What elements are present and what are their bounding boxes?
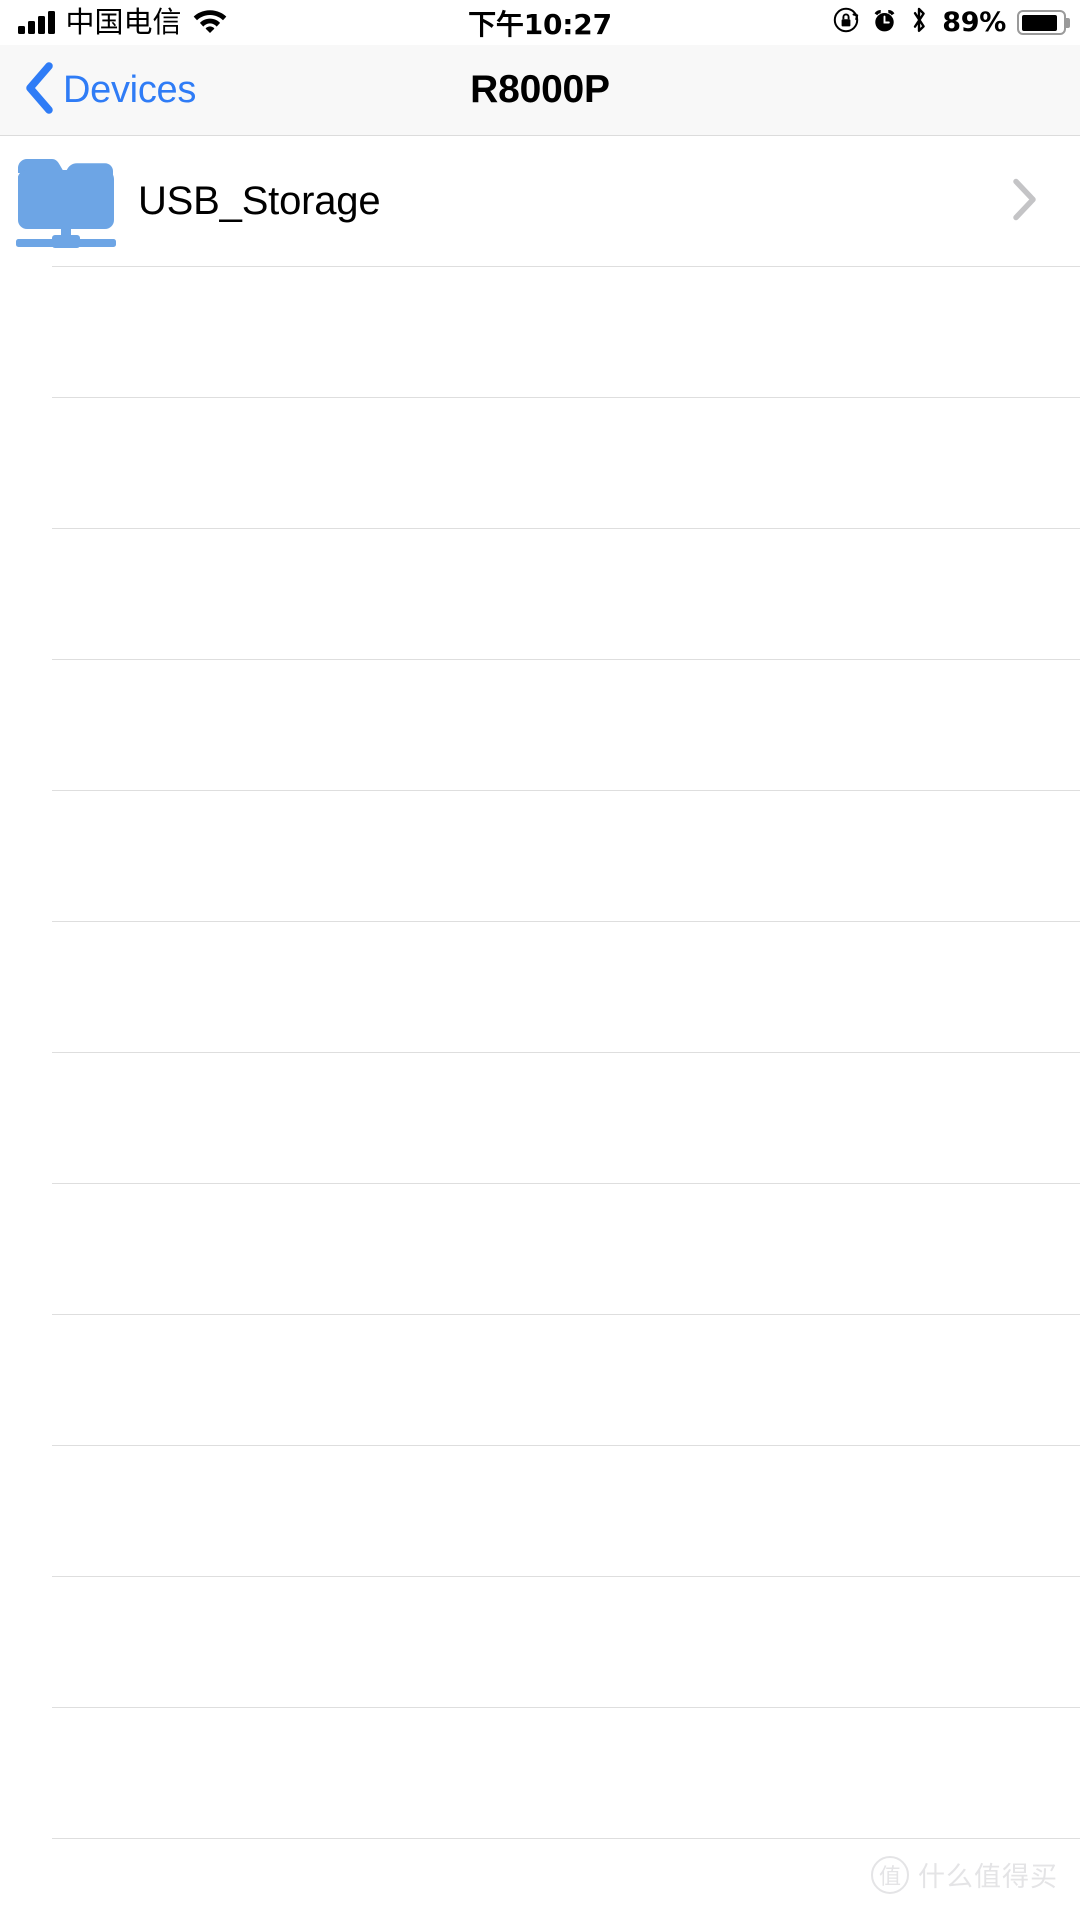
rotation-lock-icon — [832, 6, 860, 39]
list-item-label: USB_Storage — [138, 179, 381, 223]
alarm-clock-icon — [871, 7, 898, 39]
chevron-right-icon[interactable] — [1012, 177, 1038, 226]
list-empty-row — [0, 1577, 1080, 1708]
bluetooth-icon — [909, 5, 929, 40]
list-separator — [52, 1838, 1080, 1839]
list-empty-row — [0, 1184, 1080, 1315]
list-empty-row — [0, 267, 1080, 398]
navigation-bar: Devices R8000P — [0, 45, 1080, 136]
clock-label: 下午10:27 — [468, 7, 612, 41]
battery-percent-label: 89% — [942, 7, 1006, 38]
watermark: 值 什么值得买 — [871, 1855, 1058, 1894]
page-title: R8000P — [470, 68, 610, 111]
list-empty-row — [0, 1446, 1080, 1577]
list-empty-row — [0, 922, 1080, 1053]
list-empty-row — [0, 791, 1080, 922]
list-empty-row — [0, 1053, 1080, 1184]
status-bar-right: 89% — [832, 0, 1070, 45]
list-empty-row — [0, 529, 1080, 660]
list-item[interactable]: USB_Storage — [0, 136, 1080, 267]
storage-list: USB_Storage — [0, 136, 1080, 1839]
list-empty-row — [0, 1708, 1080, 1839]
list-empty-row — [0, 398, 1080, 529]
list-empty-row — [0, 660, 1080, 791]
status-bar: 中国电信 下午10:27 89% — [0, 0, 1080, 45]
network-folder-icon — [0, 154, 132, 250]
watermark-badge-icon: 值 — [871, 1855, 909, 1894]
watermark-label: 什么值得买 — [918, 1862, 1058, 1893]
battery-icon — [1017, 10, 1070, 35]
list-empty-row — [0, 1315, 1080, 1446]
